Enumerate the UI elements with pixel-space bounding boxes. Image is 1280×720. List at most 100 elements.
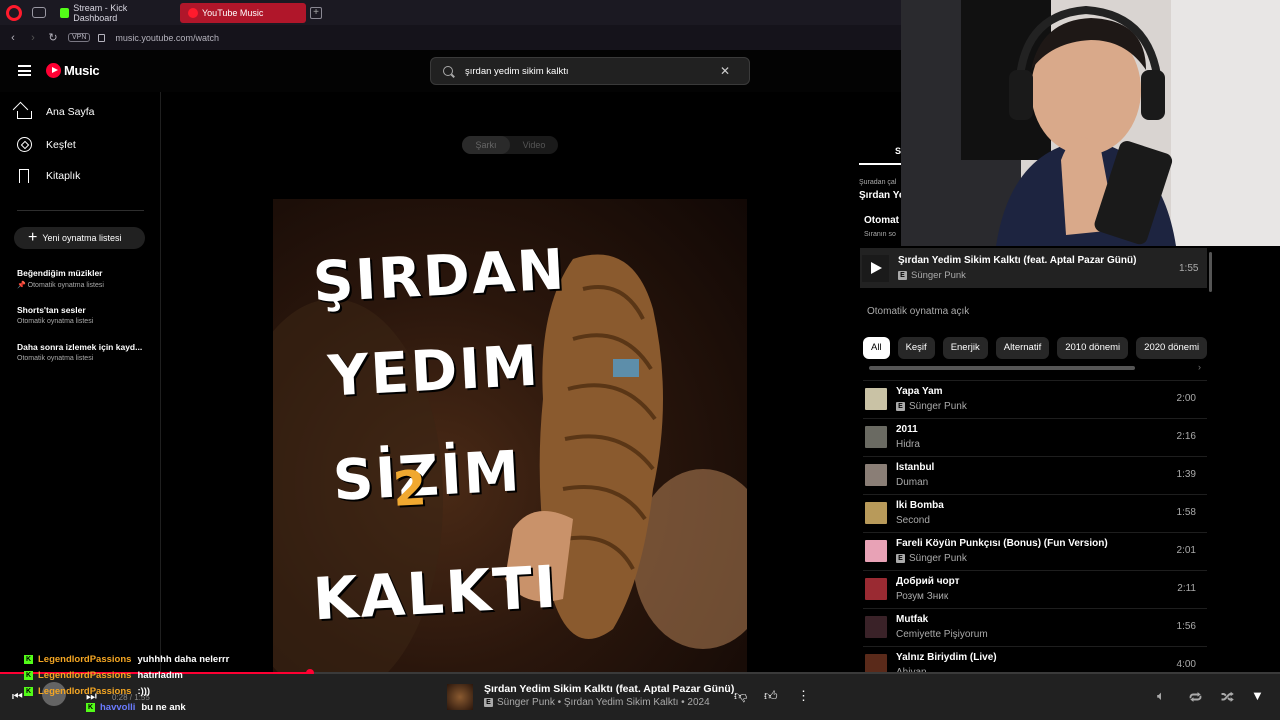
- volume-icon[interactable]: 🔈︎: [1157, 688, 1165, 704]
- player-bar: ⏮ ⏭ 0:28 / 1:55 Şırdan Yedim Sikim Kalkt…: [0, 674, 1280, 720]
- new-playlist-button[interactable]: + Yeni oynatma listesi: [14, 227, 145, 249]
- track-thumbnail[interactable]: [865, 501, 887, 524]
- chat-username: LegendlordPassions: [38, 670, 132, 681]
- chip-all[interactable]: All: [863, 337, 890, 359]
- track-thumbnail[interactable]: [865, 577, 887, 600]
- chips-scrollbar[interactable]: [869, 366, 1135, 370]
- search-input[interactable]: [465, 65, 720, 77]
- track-title: İstanbul: [896, 461, 935, 473]
- queue-item[interactable]: 2011 Hidra 2:16: [863, 418, 1207, 454]
- back-arrow-icon[interactable]: ‹: [6, 32, 20, 44]
- track-artist: Sünger Punk: [909, 552, 967, 564]
- track-title: Добрий чорт: [896, 575, 960, 587]
- tab-underline: [859, 163, 901, 165]
- toggle-video[interactable]: Video: [510, 136, 558, 154]
- track-thumbnail[interactable]: [865, 615, 887, 638]
- play-icon[interactable]: [862, 254, 889, 282]
- shuffle-icon[interactable]: 🔀︎: [1221, 688, 1234, 707]
- toggle-song[interactable]: Şarkı: [462, 136, 510, 154]
- clear-search-icon[interactable]: ✕: [720, 64, 730, 78]
- sidebar-item-explore[interactable]: Keşfet: [17, 137, 76, 152]
- sidebar-item-home[interactable]: Ana Sayfa: [17, 105, 94, 119]
- queue-item[interactable]: İki Bomba Second 1:58: [863, 494, 1207, 530]
- sidebar-item-library[interactable]: Kitaplık: [17, 169, 80, 183]
- new-tab-plus-icon[interactable]: +: [310, 6, 322, 19]
- chat-text: bu ne ank: [141, 702, 186, 713]
- home-icon: [17, 111, 32, 119]
- tab-label: Stream - Kick Dashboard: [73, 2, 128, 23]
- queue-item[interactable]: İstanbul Duman 1:39: [863, 456, 1207, 492]
- queue-scrollbar[interactable]: [1209, 252, 1212, 292]
- search-box[interactable]: ✕: [430, 57, 750, 85]
- track-thumbnail[interactable]: [865, 387, 887, 410]
- chip-2020s[interactable]: 2020 dönemi: [1136, 337, 1208, 359]
- webcam-overlay: [901, 0, 1280, 246]
- sidebar-divider: [17, 210, 144, 211]
- previous-icon[interactable]: ⏮: [12, 689, 23, 704]
- repeat-icon[interactable]: 🔁︎: [1189, 688, 1202, 707]
- track-duration: 2:00: [1176, 393, 1196, 404]
- chat-message: K LegendlordPassions :))): [24, 686, 150, 697]
- expand-player-icon[interactable]: ▼: [1251, 688, 1264, 703]
- chip-alternative[interactable]: Alternatif: [995, 337, 1050, 359]
- chat-text: hatırladım: [137, 670, 183, 681]
- menu-icon[interactable]: [18, 65, 31, 76]
- explicit-icon: E: [896, 553, 905, 563]
- chevron-right-icon[interactable]: ›: [1198, 362, 1201, 372]
- more-options-icon[interactable]: ⋮: [797, 688, 810, 704]
- now-playing-subtitle[interactable]: Sünger Punk • Şırdan Yedim Sikim Kalktı …: [497, 697, 710, 708]
- forward-arrow-icon[interactable]: ›: [26, 32, 40, 44]
- track-title: İki Bomba: [896, 499, 944, 511]
- explicit-icon: E: [484, 698, 493, 707]
- current-track-duration: 1:55: [1179, 262, 1199, 274]
- opera-logo-icon[interactable]: [6, 4, 22, 21]
- like-icon[interactable]: 👍︎: [764, 688, 778, 704]
- queue-item[interactable]: Mutfak Cemiyette Pişiyorum 1:56: [863, 608, 1207, 644]
- playlist-watch-later[interactable]: Daha sonra izlemek için kayd... Otomatik…: [17, 342, 152, 362]
- vpn-badge[interactable]: VPN: [68, 33, 91, 42]
- song-video-toggle[interactable]: Şarkı Video: [462, 136, 558, 154]
- track-artist-line: E Sünger Punk: [896, 553, 1166, 564]
- queue-item[interactable]: Fareli Köyün Punkçısı (Bonus) (Fun Versi…: [863, 532, 1207, 568]
- track-title: Yalnız Biriydim (Live): [896, 651, 997, 663]
- tab-islands-icon[interactable]: [32, 7, 46, 18]
- chip-2010s[interactable]: 2010 dönemi: [1057, 337, 1129, 359]
- dislike-icon[interactable]: 👎︎: [734, 688, 747, 704]
- playlist-liked-music[interactable]: Beğendiğim müzikler 📌 Otomatik oynatma l…: [17, 268, 152, 289]
- ytmusic-logo[interactable]: Music: [46, 63, 100, 78]
- url-field[interactable]: music.youtube.com/watch: [115, 33, 219, 43]
- pin-icon: 📌: [17, 282, 28, 289]
- track-thumbnail[interactable]: [865, 463, 887, 486]
- tab-kick-dashboard[interactable]: Stream - Kick Dashboard: [52, 3, 174, 23]
- tab-youtube-music[interactable]: YouTube Music: [180, 2, 306, 23]
- now-playing-main: Şarkı Video ŞIRDAN YEDIM SİZİM 2 KALKTI: [161, 92, 861, 672]
- chip-discover[interactable]: Keşif: [897, 337, 935, 359]
- track-artist: Cemiyette Pişiyorum: [896, 628, 988, 640]
- current-track-row[interactable]: Şırdan Yedim Sikim Kalktı (feat. Aptal P…: [860, 248, 1207, 288]
- chip-energetic[interactable]: Enerjik: [942, 337, 988, 359]
- ytmusic-play-logo-icon: [46, 63, 61, 78]
- track-artist-line: Hidra: [896, 439, 1166, 450]
- now-playing-thumbnail[interactable]: [447, 684, 473, 710]
- queue-section-subtitle: Sıranın so: [864, 231, 896, 238]
- album-art: ŞIRDAN YEDIM SİZİM 2 KALKTI: [273, 199, 747, 672]
- queue-item[interactable]: Yapa Yam E Sünger Punk 2:00: [863, 380, 1207, 416]
- playlist-title: Daha sonra izlemek için kayd...: [17, 342, 143, 352]
- current-track-artist-line: E Sünger Punk: [898, 270, 1163, 281]
- track-title: Fareli Köyün Punkçısı (Bonus) (Fun Versi…: [896, 537, 1108, 549]
- filter-chips: All Keşif Enerjik Alternatif 2010 dönemi…: [863, 337, 1215, 359]
- kick-badge-icon: K: [24, 671, 33, 680]
- track-thumbnail[interactable]: [865, 539, 887, 562]
- now-playing-title[interactable]: Şırdan Yedim Sikim Kalktı (feat. Aptal P…: [484, 683, 734, 695]
- queue-item[interactable]: Добрий чорт Розум Зник 2:11: [863, 570, 1207, 606]
- lock-icon[interactable]: [98, 33, 106, 42]
- library-icon: [19, 169, 29, 183]
- playlist-subtitle: Otomatik oynatma listesi: [17, 318, 94, 325]
- reload-icon[interactable]: ↻: [46, 31, 60, 44]
- chat-text: :))): [137, 686, 151, 697]
- playlist-shorts-sounds[interactable]: Shorts'tan sesler Otomatik oynatma liste…: [17, 305, 152, 325]
- track-thumbnail[interactable]: [865, 425, 887, 448]
- art-line-1: ŞIRDAN: [311, 237, 568, 316]
- plus-icon: +: [28, 229, 38, 246]
- chat-message: K LegendlordPassions hatırladım: [24, 670, 183, 681]
